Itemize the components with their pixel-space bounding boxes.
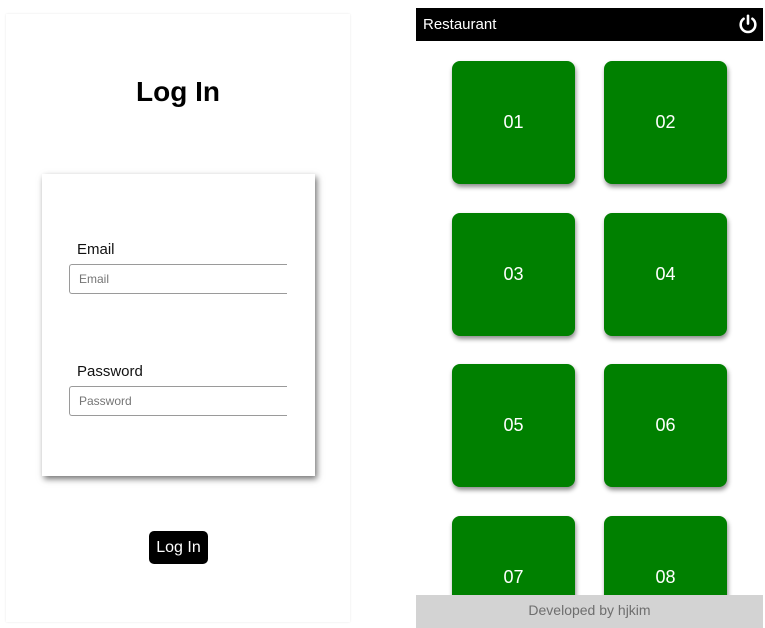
footer: Developed by hjkim: [416, 595, 763, 628]
app-title: Restaurant: [423, 16, 497, 33]
power-icon[interactable]: [737, 13, 759, 35]
password-label: Password: [77, 363, 143, 380]
screenshot-canvas: Log In Email Password Log In Restaurant …: [0, 0, 765, 628]
table-tile-04[interactable]: 04: [604, 213, 727, 336]
table-tile-02[interactable]: 02: [604, 61, 727, 184]
table-tile-05[interactable]: 05: [452, 364, 575, 487]
login-card: Email Password: [42, 174, 315, 476]
table-tile-06[interactable]: 06: [604, 364, 727, 487]
login-screen: Log In Email Password Log In: [6, 14, 350, 622]
table-tile-01[interactable]: 01: [452, 61, 575, 184]
table-grid: 01 02 03 04 05 06 07 08: [416, 41, 763, 628]
table-tile-03[interactable]: 03: [452, 213, 575, 336]
login-button[interactable]: Log In: [149, 531, 208, 564]
login-title: Log In: [136, 76, 220, 107]
email-label: Email: [77, 241, 115, 258]
email-input[interactable]: [69, 264, 287, 294]
password-input[interactable]: [69, 386, 287, 416]
app-bar: Restaurant: [416, 8, 763, 41]
restaurant-screen: Restaurant 01 02 03 04 05 06 07 08 Devel…: [416, 8, 763, 628]
